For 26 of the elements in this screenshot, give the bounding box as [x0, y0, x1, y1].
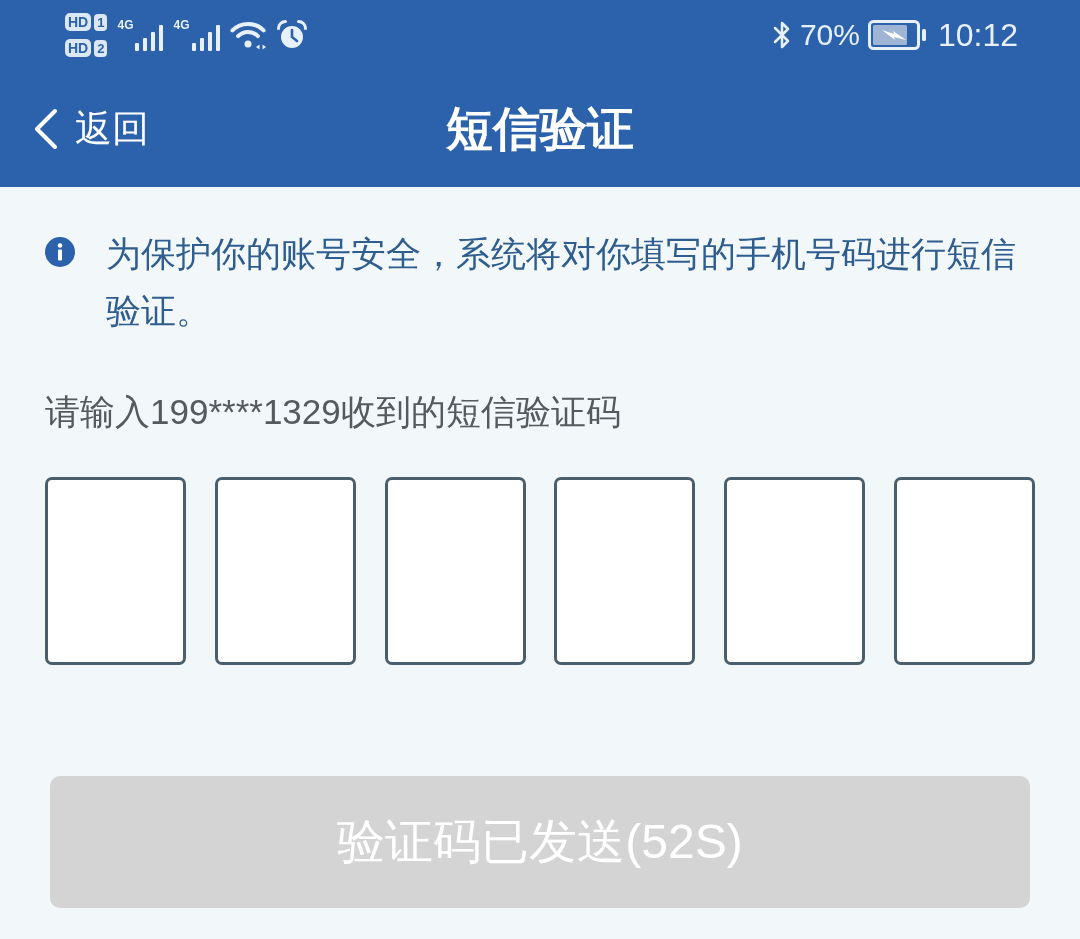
- clock-time: 10:12: [937, 19, 1018, 51]
- page-title: 短信验证: [446, 105, 634, 152]
- code-prompt-label: 请输入199****1329收到的短信验证码: [45, 391, 622, 433]
- network-type-label: 4G: [173, 19, 190, 31]
- bluetooth-icon: [771, 19, 792, 51]
- alarm-clock-icon: [275, 19, 308, 51]
- network-type-label: 4G: [117, 19, 134, 31]
- battery-charging-icon: [867, 20, 926, 50]
- wifi-icon: [229, 20, 266, 50]
- security-notice-text: 为保护你的账号安全，系统将对你填写的手机号码进行短信验证。: [106, 233, 1017, 332]
- code-digit-field[interactable]: [214, 477, 356, 665]
- info-icon: [45, 237, 75, 267]
- hd-badge: HD: [65, 39, 92, 57]
- signal-bars-icon: [191, 25, 220, 51]
- code-digit-field[interactable]: [894, 477, 1035, 665]
- sim-slot-badge: 2: [94, 39, 108, 57]
- signal-bars-icon: [135, 25, 164, 51]
- code-digit-field[interactable]: [45, 477, 186, 665]
- battery-percent: 70%: [799, 20, 860, 50]
- back-button[interactable]: 返回: [33, 107, 149, 150]
- sim-slot-badge: 1: [94, 13, 108, 31]
- back-chevron-icon: [33, 107, 59, 150]
- code-digit-field[interactable]: [724, 477, 866, 665]
- code-digit-field[interactable]: [554, 477, 696, 665]
- hd-badge: HD: [65, 13, 92, 31]
- code-digit-field[interactable]: [384, 477, 526, 665]
